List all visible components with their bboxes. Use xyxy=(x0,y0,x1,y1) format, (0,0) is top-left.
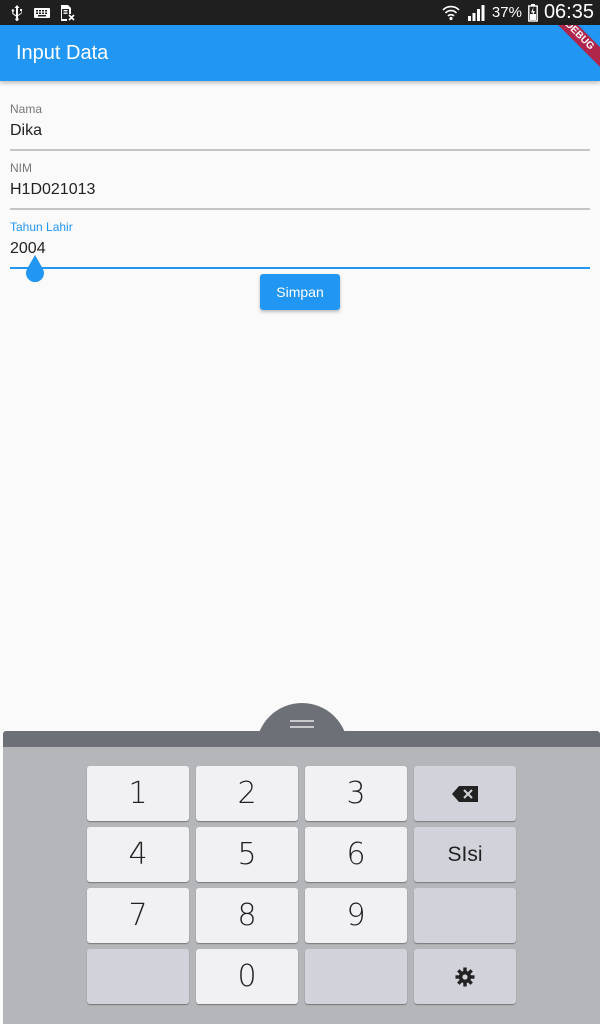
wifi-icon xyxy=(442,5,460,20)
key-9[interactable]: 9 xyxy=(305,888,407,943)
key-1[interactable]: 1 xyxy=(87,766,189,821)
app-bar: Input Data DEBUG xyxy=(0,25,600,81)
status-bar: 37% 06:35 xyxy=(0,0,600,25)
signal-icon xyxy=(467,4,485,21)
nama-field[interactable]: Nama Dika xyxy=(10,102,590,151)
key-3[interactable]: 3 xyxy=(305,766,407,821)
key-0[interactable]: 0 xyxy=(196,949,298,1004)
debug-banner: DEBUG xyxy=(535,25,600,80)
keyboard-top-bar xyxy=(3,731,600,747)
drag-handle-icon-line xyxy=(290,726,314,728)
key-8[interactable]: 8 xyxy=(196,888,298,943)
backspace-icon xyxy=(452,785,478,802)
key-6[interactable]: 6 xyxy=(305,827,407,882)
nama-input[interactable]: Dika xyxy=(10,122,590,140)
key-done[interactable]: SIsi xyxy=(414,827,516,882)
nama-label: Nama xyxy=(10,102,43,116)
key-blank-left[interactable] xyxy=(87,949,189,1004)
key-blank-right[interactable] xyxy=(414,888,516,943)
page-title: Input Data xyxy=(16,42,109,64)
text-cursor-handle-icon[interactable] xyxy=(24,253,46,283)
battery-icon xyxy=(528,3,538,22)
key-settings[interactable] xyxy=(414,949,516,1004)
nim-underline xyxy=(10,208,590,210)
save-button[interactable]: Simpan xyxy=(260,274,340,310)
drag-handle-icon xyxy=(290,720,314,722)
tahun-lahir-underline xyxy=(10,267,590,269)
key-blank-middle[interactable] xyxy=(305,949,407,1004)
key-4[interactable]: 4 xyxy=(87,827,189,882)
usb-icon xyxy=(11,4,22,21)
tahun-lahir-label: Tahun Lahir xyxy=(10,220,73,234)
nama-underline xyxy=(10,149,590,151)
clock: 06:35 xyxy=(543,1,594,23)
settings-icon xyxy=(455,967,475,986)
nim-label: NIM xyxy=(10,161,32,175)
nim-input[interactable]: H1D021013 xyxy=(10,181,590,199)
nim-field[interactable]: NIM H1D021013 xyxy=(10,161,590,210)
key-7[interactable]: 7 xyxy=(87,888,189,943)
keyboard-icon xyxy=(34,7,50,18)
numeric-keyboard: 1 2 3 4 5 6 SIsi 7 8 9 0 xyxy=(3,747,600,1024)
key-5[interactable]: 5 xyxy=(196,827,298,882)
key-2[interactable]: 2 xyxy=(196,766,298,821)
tahun-lahir-field[interactable]: Tahun Lahir 2004 xyxy=(10,220,590,269)
battery-percent: 37% xyxy=(491,4,522,21)
key-backspace[interactable] xyxy=(414,766,516,821)
sim-card-icon xyxy=(61,4,75,21)
tahun-lahir-input[interactable]: 2004 xyxy=(10,240,590,258)
